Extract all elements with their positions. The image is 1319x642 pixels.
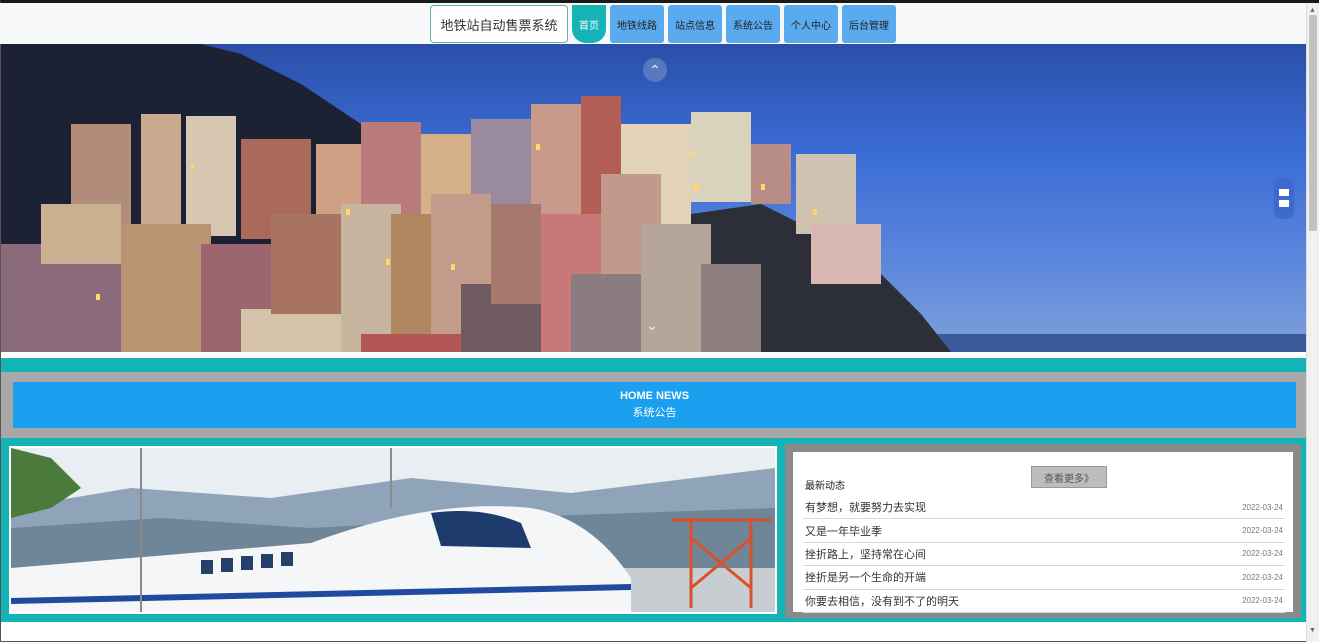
news-item-date: 2022-03-24 (1242, 549, 1283, 559)
list-item[interactable]: 又是一年毕业季 2022-03-24 (803, 519, 1285, 543)
news-title-en: HOME NEWS (619, 390, 690, 402)
nav-station-info[interactable]: 站点信息 (668, 5, 722, 43)
nav-admin[interactable]: 后台管理 (842, 5, 896, 43)
nav-announcements[interactable]: 系统公告 (726, 5, 780, 43)
list-item[interactable]: 挫折路上，坚持常在心间 2022-03-24 (803, 543, 1285, 567)
divider-band (1, 358, 1306, 372)
news-header: HOME NEWS 系统公告 (13, 382, 1296, 428)
chevron-up-icon[interactable]: ⌃ (643, 58, 667, 82)
site-title: 地铁站自动售票系统 (430, 5, 568, 43)
news-title-cn: 系统公告 (632, 407, 677, 419)
news-item-date: 2022-03-24 (1242, 596, 1283, 606)
chevron-down-icon[interactable]: ⌄ (646, 317, 658, 334)
news-item-title[interactable]: 你要去相信，没有到不了的明天 (805, 593, 959, 609)
latest-news-panel: 最新动态 查看更多》 有梦想，就要努力去实现 2022-03-24 又是一年毕业… (785, 444, 1301, 618)
pager-dot[interactable] (1279, 200, 1289, 207)
news-list: 有梦想，就要努力去实现 2022-03-24 又是一年毕业季 2022-03-2… (803, 496, 1285, 613)
carousel-pager[interactable] (1274, 177, 1294, 219)
news-item-date: 2022-03-24 (1242, 572, 1283, 582)
news-item-title[interactable]: 挫折是另一个生命的开端 (805, 569, 926, 585)
latest-news-title: 最新动态 (805, 481, 845, 492)
news-item-date: 2022-03-24 (1242, 526, 1283, 536)
main-nav: 首页 地铁线路 站点信息 系统公告 个人中心 后台管理 (572, 5, 896, 43)
news-item-title[interactable]: 有梦想，就要努力去实现 (805, 499, 926, 515)
hero-image (1, 44, 1306, 352)
hero-carousel[interactable]: ⌃ ⌄ (1, 44, 1306, 352)
news-item-date: 2022-03-24 (1242, 502, 1283, 512)
top-navbar: 地铁站自动售票系统 首页 地铁线路 站点信息 系统公告 个人中心 后台管理 (0, 3, 1306, 44)
news-item-title[interactable]: 又是一年毕业季 (805, 523, 882, 539)
train-image (11, 448, 775, 612)
nav-user-center[interactable]: 个人中心 (784, 5, 838, 43)
news-item-title[interactable]: 挫折路上，坚持常在心间 (805, 546, 926, 562)
scroll-up-arrow-icon[interactable]: ▲ (1309, 7, 1316, 14)
news-section: 最新动态 查看更多》 有梦想，就要努力去实现 2022-03-24 又是一年毕业… (1, 438, 1306, 622)
page-scrollbar[interactable]: ▲ ▼ (1306, 3, 1319, 642)
news-header-band: HOME NEWS 系统公告 (1, 372, 1306, 438)
list-item[interactable]: 有梦想，就要努力去实现 2022-03-24 (803, 496, 1285, 520)
pager-dot[interactable] (1279, 189, 1289, 196)
list-item[interactable]: 你要去相信，没有到不了的明天 2022-03-24 (803, 590, 1285, 613)
scroll-thumb[interactable] (1309, 15, 1317, 231)
scroll-down-arrow-icon[interactable]: ▼ (1309, 627, 1316, 634)
latest-news-card: 最新动态 查看更多》 有梦想，就要努力去实现 2022-03-24 又是一年毕业… (793, 452, 1293, 613)
news-feature-image[interactable] (9, 446, 777, 614)
nav-metro-lines[interactable]: 地铁线路 (610, 5, 664, 43)
nav-home[interactable]: 首页 (572, 5, 606, 43)
list-item[interactable]: 挫折是另一个生命的开端 2022-03-24 (803, 566, 1285, 590)
view-more-button[interactable]: 查看更多》 (1031, 466, 1107, 488)
